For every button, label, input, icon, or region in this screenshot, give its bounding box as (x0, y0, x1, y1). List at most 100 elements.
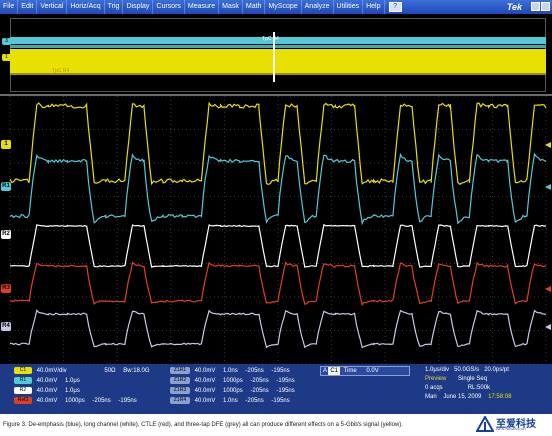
readout-value: 40.0mV/div (37, 367, 67, 375)
channel-chip[interactable]: C1 (14, 367, 32, 374)
menu-measure[interactable]: Measure (185, 0, 219, 14)
zoom-chip[interactable]: Z1R3 (170, 387, 190, 394)
ref4-right-arrow-icon (545, 324, 551, 330)
trigger-readout[interactable]: A C1 Time 0.0V (320, 366, 410, 376)
readout-value: 1.0ns (223, 367, 238, 375)
readout-value: 1.0μs (65, 387, 80, 395)
readout-value: 40.0mV (195, 397, 216, 405)
menu-display[interactable]: Display (123, 0, 153, 14)
ref4-marker[interactable]: R4 (1, 322, 11, 331)
date: June 15, 2009 (443, 394, 481, 400)
user-label: Man (425, 394, 437, 400)
watermark-logo-icon (476, 416, 494, 432)
strip-marker-1[interactable]: 1 (2, 54, 11, 61)
readout-value: Bw:18.0G (123, 367, 149, 375)
ref2-marker[interactable]: R2 (1, 230, 11, 239)
help-question-icon[interactable]: ? (389, 2, 402, 12)
brand-logo: Tek (507, 0, 522, 14)
watermark: 至爱科技 ZHI AI TECHNOLOGY (476, 414, 550, 434)
readout-value: 50Ω (104, 367, 115, 375)
zoom-chip[interactable]: Z1R2 (170, 377, 190, 384)
ref3-right-arrow-icon (545, 286, 551, 292)
readout-value: -205ns (92, 397, 110, 405)
menu-file[interactable]: File (0, 0, 18, 14)
acquisition-mode: Single Seq (458, 376, 487, 382)
readout-value: -195ns (271, 367, 289, 375)
channel-chip[interactable]: R1 (14, 377, 32, 384)
readout-value: 40.0mV (37, 387, 58, 395)
waveform-traces (10, 103, 546, 347)
readout-value: -205ns (245, 367, 263, 375)
menu-edit[interactable]: Edit (18, 0, 37, 14)
menu-analyze[interactable]: Analyze (302, 0, 334, 14)
ref3-marker[interactable]: R3 (1, 284, 11, 293)
menu-help[interactable]: Help (363, 0, 384, 14)
readout-panel: C1 40.0mV/div 50Ω Bw:18.0G R1 40.0mV 1.0… (0, 364, 552, 414)
zoom-readout-row-2[interactable]: Z1R2 40.0mV 1000ps -205ns -195ns (170, 377, 301, 385)
menu-cursors[interactable]: Cursors (153, 0, 185, 14)
menu-bar: File Edit Vertical Horiz/Acq Trig Displa… (0, 0, 552, 14)
channel-chip[interactable]: R2 (14, 387, 32, 394)
readout-value: -205ns (250, 377, 268, 385)
zoom-readout-row-1[interactable]: Z1R1 40.0mV 1.0ns -205ns -195ns (170, 367, 296, 375)
readout-value: -195ns (271, 397, 289, 405)
acq-line-2: Preview Single Seq (425, 375, 550, 384)
zoom-label: TpC B4 (262, 36, 279, 42)
minimize-icon[interactable] (531, 2, 540, 11)
ch1-right-arrow-icon (545, 142, 551, 148)
readout-value: 40.0mV (195, 387, 216, 395)
figure-caption: Figure 3. De-emphasis (blue), long chann… (3, 418, 473, 432)
readout-row-r3[interactable]: Ref3 40.0mV 1000ps -205ns -195ns (14, 397, 143, 405)
readout-value: -205ns (250, 387, 268, 395)
readout-value: 40.0mV (195, 367, 216, 375)
horizontal-scale: 1.0μs/div (425, 367, 449, 373)
menu-mask[interactable]: Mask (219, 0, 243, 14)
zoom-chip[interactable]: Z1R4 (170, 397, 190, 404)
menu-math[interactable]: Math (243, 0, 266, 14)
zoom-readout-row-4[interactable]: Z1R4 40.0mV 1.0ns -205ns -195ns (170, 397, 296, 405)
ch1-marker[interactable]: 1 (1, 140, 11, 149)
waveform-display[interactable]: 1 R1 R2 R3 R4 (0, 96, 552, 364)
channel-chip[interactable]: Ref3 (14, 397, 32, 404)
menu-vertical[interactable]: Vertical (37, 0, 67, 14)
zoom-chip[interactable]: Z1R1 (170, 367, 190, 374)
acq-line-4: Man June 15, 2009 17:58:08 (425, 393, 550, 402)
readout-row-r1[interactable]: R1 40.0mV 1.0μs (14, 377, 86, 385)
record-trace-yellow (10, 49, 546, 73)
watermark-subtext: ZHI AI TECHNOLOGY (496, 427, 526, 431)
trigger-source-chip: C1 (328, 367, 340, 375)
readout-value: 1000ps (223, 377, 243, 385)
record-view[interactable]: TpC B4 TpC R4 3 1 (0, 14, 552, 96)
readout-value: 40.0mV (37, 377, 58, 385)
readout-value: 1000ps (65, 397, 85, 405)
record-trace-yellow-edge (10, 73, 546, 75)
menu-utilities[interactable]: Utilities (334, 0, 364, 14)
window-controls (531, 2, 550, 11)
acq-line-3: 0 acqs RL:500k (425, 384, 550, 393)
acq-line-1: 1.0μs/div 50.0GS/s 20.0ps/pt (425, 366, 550, 375)
readout-row-ch1[interactable]: C1 40.0mV/div 50Ω Bw:18.0G (14, 367, 156, 375)
sample-rate: 50.0GS/s (454, 367, 479, 373)
readout-value: 40.0mV (37, 397, 58, 405)
readout-value: -195ns (276, 377, 294, 385)
zoom-readout-row-3[interactable]: Z1R3 40.0mV 1000ps -205ns -195ns (170, 387, 301, 395)
readout-value: -195ns (276, 387, 294, 395)
time: 17:58:08 (488, 394, 511, 400)
readout-value: 40.0mV (195, 377, 216, 385)
menu-trig[interactable]: Trig (105, 0, 124, 14)
waveform-graticule (0, 96, 552, 364)
readout-row-r2[interactable]: R2 40.0mV 1.0μs (14, 387, 86, 395)
preview-status: Preview (425, 376, 446, 382)
acquisition-count: 0 acqs (425, 385, 443, 391)
menu-items: File Edit Vertical Horiz/Acq Trig Displa… (0, 0, 402, 14)
record-length: RL:500k (468, 385, 490, 391)
graticule-grid (10, 96, 546, 364)
strip-marker-3[interactable]: 3 (2, 38, 11, 45)
menu-myscope[interactable]: MyScope (265, 0, 301, 14)
ref1-marker[interactable]: R1 (1, 182, 11, 191)
ref1-right-arrow-icon (545, 184, 551, 190)
acquisition-readout[interactable]: 1.0μs/div 50.0GS/s 20.0ps/pt Preview Sin… (425, 366, 550, 412)
close-icon[interactable] (541, 2, 550, 11)
menu-horiz-acq[interactable]: Horiz/Acq (67, 0, 104, 14)
record-channel-label: TpC R4 (52, 68, 69, 74)
